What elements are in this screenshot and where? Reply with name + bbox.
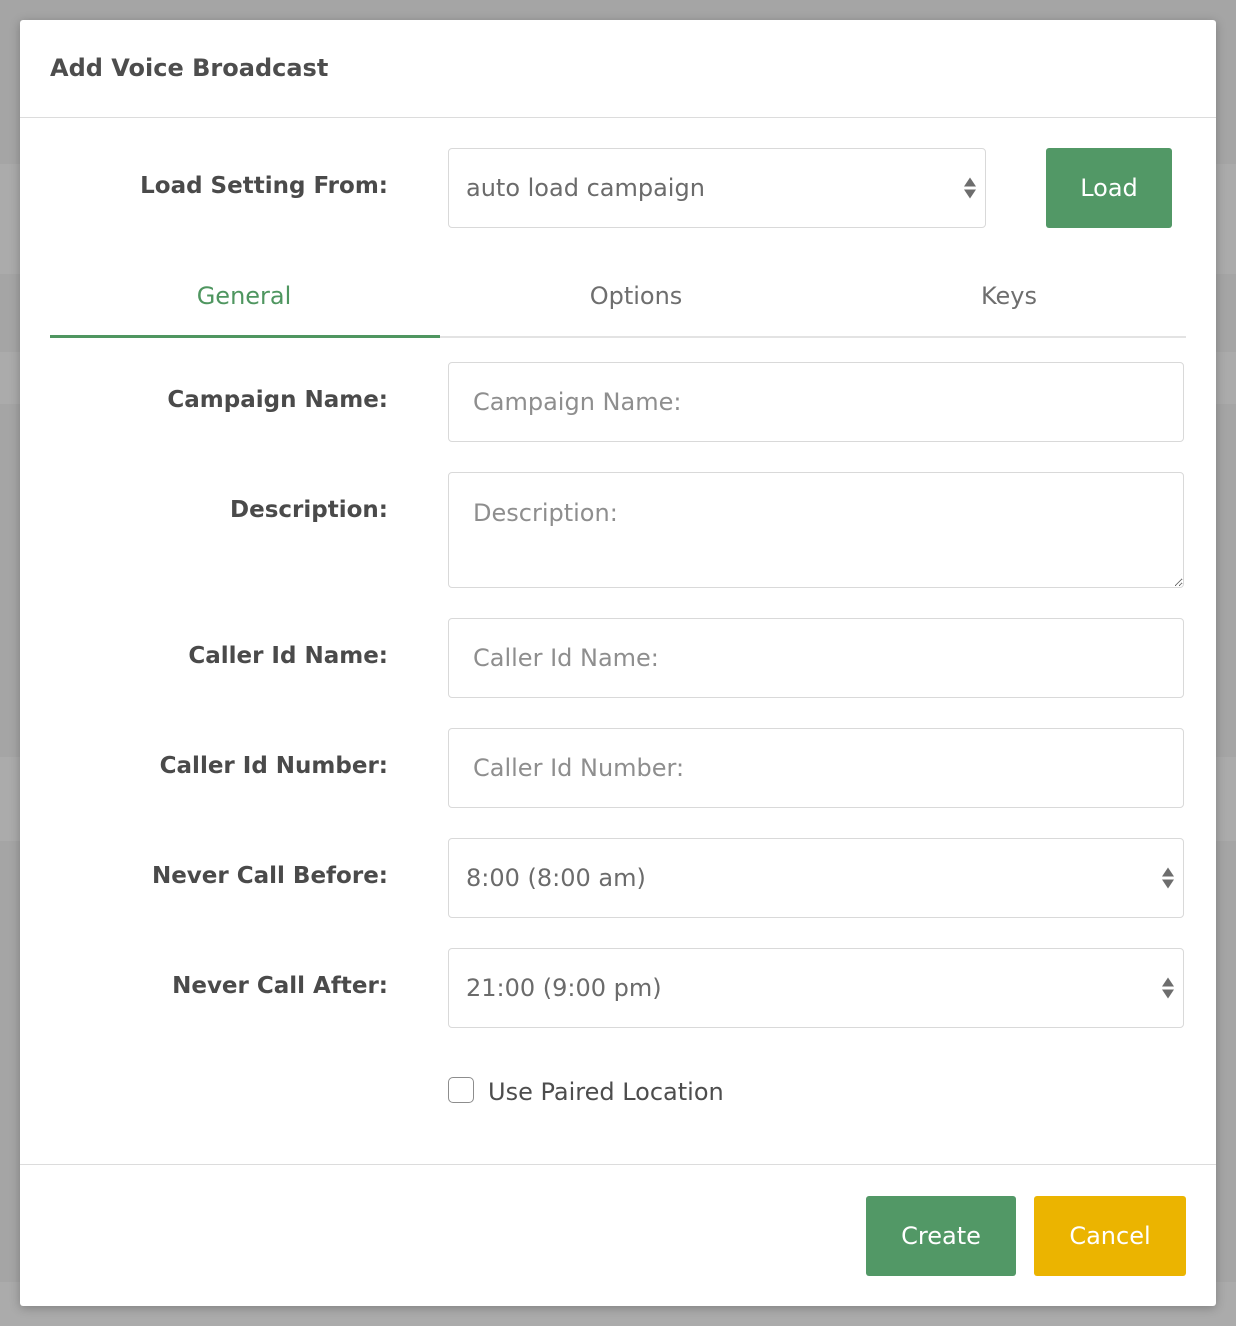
select-arrows-icon xyxy=(963,177,977,199)
load-button[interactable]: Load xyxy=(1046,148,1172,228)
tab-keys[interactable]: Keys xyxy=(832,278,1186,336)
load-setting-select[interactable]: auto load campaign xyxy=(448,148,986,228)
never-call-after-select[interactable]: 21:00 (9:00 pm) xyxy=(448,948,1184,1028)
select-arrows-icon xyxy=(1161,977,1175,999)
tab-general[interactable]: General xyxy=(50,278,438,336)
add-voice-broadcast-modal: Add Voice Broadcast Load Setting From: a… xyxy=(20,20,1216,1306)
never-call-after-value: 21:00 (9:00 pm) xyxy=(466,974,662,1002)
description-label: Description: xyxy=(230,497,388,523)
campaign-name-label: Campaign Name: xyxy=(167,387,388,413)
use-paired-location-checkbox[interactable] xyxy=(448,1077,474,1103)
tab-bar: General Options Keys xyxy=(50,278,1186,338)
caller-id-name-input[interactable] xyxy=(448,618,1184,698)
never-call-before-value: 8:00 (8:00 am) xyxy=(466,864,646,892)
caller-id-number-input[interactable] xyxy=(448,728,1184,808)
cancel-button[interactable]: Cancel xyxy=(1034,1196,1186,1276)
modal-header: Add Voice Broadcast xyxy=(20,20,1216,118)
caller-id-number-label: Caller Id Number: xyxy=(159,753,388,779)
select-arrows-icon xyxy=(1161,867,1175,889)
create-button[interactable]: Create xyxy=(866,1196,1016,1276)
modal-title: Add Voice Broadcast xyxy=(50,54,329,82)
campaign-name-input[interactable] xyxy=(448,362,1184,442)
tab-options[interactable]: Options xyxy=(440,278,832,336)
never-call-after-label: Never Call After: xyxy=(172,973,388,999)
load-setting-value: auto load campaign xyxy=(466,174,705,202)
never-call-before-label: Never Call Before: xyxy=(151,863,388,889)
load-setting-label: Load Setting From: xyxy=(140,173,388,199)
use-paired-location-label[interactable]: Use Paired Location xyxy=(488,1078,724,1106)
caller-id-name-label: Caller Id Name: xyxy=(188,643,388,669)
never-call-before-select[interactable]: 8:00 (8:00 am) xyxy=(448,838,1184,918)
description-textarea[interactable] xyxy=(448,472,1184,588)
active-tab-indicator xyxy=(50,335,440,338)
